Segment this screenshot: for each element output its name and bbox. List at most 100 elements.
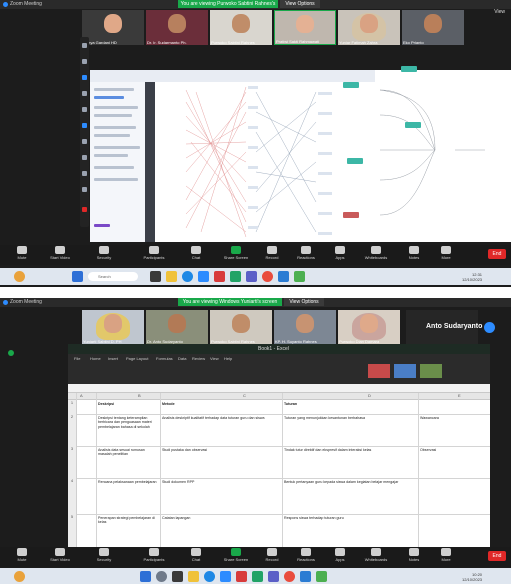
apps-button[interactable]: Apps xyxy=(326,246,354,260)
whiteboards-button[interactable]: Whiteboards xyxy=(362,548,390,562)
app-icon[interactable] xyxy=(294,271,305,282)
notes-button[interactable]: Notes xyxy=(400,246,428,260)
active-speaker-tile[interactable]: Anto Sudaryanto xyxy=(406,310,482,344)
participant-tile[interactable]: Dr. Anto Sudaryanto xyxy=(146,310,208,344)
table-cell[interactable]: Metode xyxy=(162,402,280,406)
ribbon-tab[interactable]: File xyxy=(74,356,80,361)
table-cell[interactable]: Tindak tutur direktif dan ekspresif dala… xyxy=(284,448,416,452)
app-icon[interactable] xyxy=(316,571,327,582)
mute-button[interactable]: Mute xyxy=(8,246,36,260)
save-icon[interactable] xyxy=(82,187,87,192)
weather-icon[interactable] xyxy=(14,271,25,282)
next-page-icon[interactable] xyxy=(484,322,495,333)
clear-icon[interactable] xyxy=(82,171,87,176)
table-cell[interactable]: Deskripsi xyxy=(98,402,158,406)
redo-icon[interactable] xyxy=(82,155,87,160)
chrome-icon[interactable] xyxy=(284,571,295,582)
color-icon[interactable] xyxy=(82,123,87,128)
table-cell[interactable]: Analisis deskriptif kualitatif terhadap … xyxy=(162,416,280,420)
participant-tile[interactable]: Eko Prianto xyxy=(402,10,464,45)
undo-icon[interactable] xyxy=(82,139,87,144)
edge-icon[interactable] xyxy=(182,271,193,282)
view-button[interactable]: View xyxy=(494,9,505,15)
ribbon-tab[interactable]: Review xyxy=(192,356,205,361)
text-icon[interactable] xyxy=(82,91,87,96)
start-icon[interactable] xyxy=(140,571,151,582)
end-button[interactable]: End xyxy=(488,551,506,561)
table-cell[interactable]: Observasi xyxy=(420,448,486,452)
ribbon-tab[interactable]: Home xyxy=(90,356,101,361)
task-view-icon[interactable] xyxy=(172,571,183,582)
participant-tile[interactable]: Purwoko Dian Damara xyxy=(338,310,400,344)
table-row[interactable]: 2 Deskripsi tentang keterampilan berbica… xyxy=(68,414,490,447)
excel-icon[interactable] xyxy=(252,571,263,582)
excel-icon[interactable] xyxy=(230,271,241,282)
mute-button[interactable]: Mute xyxy=(8,548,36,562)
apps-button[interactable]: Apps xyxy=(326,548,354,562)
ribbon-tab[interactable]: Formulas xyxy=(156,356,173,361)
ribbon-tab[interactable]: View xyxy=(210,356,219,361)
participant-tile[interactable]: Cahya Gardani HD xyxy=(82,10,144,45)
word-icon[interactable] xyxy=(278,271,289,282)
folder-icon[interactable] xyxy=(166,271,177,282)
participant-tile[interactable]: Yuniar Fatimah Zahra xyxy=(338,10,400,45)
table-row[interactable]: 5 Penerapan strategi pembelajaran di kel… xyxy=(68,514,490,550)
chrome-icon[interactable] xyxy=(262,271,273,282)
table-cell[interactable]: Penerapan strategi pembelajaran di kelas xyxy=(98,516,158,525)
security-button[interactable]: Security xyxy=(90,246,118,260)
table-cell[interactable]: Wawancara xyxy=(420,416,486,420)
office-icon[interactable] xyxy=(236,571,247,582)
end-button[interactable]: End xyxy=(488,249,506,259)
participants-button[interactable]: Participants xyxy=(140,246,168,260)
start-video-button[interactable]: Start Video xyxy=(46,548,74,562)
notes-button[interactable]: Notes xyxy=(400,548,428,562)
record-button[interactable]: Record xyxy=(258,548,286,562)
folder-icon[interactable] xyxy=(188,571,199,582)
table-cell[interactable]: Studi pustaka dan observasi xyxy=(162,448,280,452)
close-icon[interactable] xyxy=(82,207,87,212)
table-cell[interactable]: Respons siswa terhadap tuturan guru xyxy=(284,516,416,520)
table-cell[interactable]: Analisis data sesuai rumusan masalah pen… xyxy=(98,448,158,457)
word-icon[interactable] xyxy=(300,571,311,582)
ribbon-tab[interactable]: Data xyxy=(178,356,186,361)
arrow-icon[interactable] xyxy=(82,59,87,64)
participants-button[interactable]: Participants xyxy=(140,548,168,562)
clock[interactable]: 12:31 12/10/2023 xyxy=(462,272,482,282)
clock[interactable]: 10:20 12/10/2023 xyxy=(462,572,482,582)
participant-tile[interactable]: Pratiwi Sakti Rahmawati xyxy=(274,10,336,45)
chat-button[interactable]: Chat xyxy=(182,548,210,562)
draw-icon[interactable] xyxy=(82,75,87,80)
share-screen-button[interactable]: Share Screen xyxy=(222,246,250,260)
security-button[interactable]: Security xyxy=(90,548,118,562)
table-row[interactable]: 1 Deskripsi Metode Tuturan xyxy=(68,400,490,415)
ribbon-tab[interactable]: Help xyxy=(224,356,232,361)
table-cell[interactable]: Catatan lapangan xyxy=(162,516,280,520)
formula-bar[interactable] xyxy=(68,384,490,393)
zoom-icon[interactable] xyxy=(220,571,231,582)
table-cell[interactable]: Deskripsi tentang keterampilan berbicara… xyxy=(98,416,158,429)
pen-icon[interactable] xyxy=(82,43,87,48)
reactions-button[interactable]: Reactions xyxy=(292,548,320,562)
participant-tile[interactable]: Purwoko Sabtini Rahnes xyxy=(210,10,272,45)
table-cell[interactable]: Bentuk pertanyaan guru kepada siswa dala… xyxy=(284,480,416,484)
table-cell[interactable]: Tuturan xyxy=(284,402,416,406)
office-icon[interactable] xyxy=(214,271,225,282)
teams-icon[interactable] xyxy=(246,271,257,282)
spreadsheet-grid[interactable]: 1 Deskripsi Metode Tuturan 2 Deskripsi t… xyxy=(68,400,490,550)
taskbar-search[interactable]: Search xyxy=(88,272,138,281)
search-icon[interactable] xyxy=(156,571,167,582)
edge-icon[interactable] xyxy=(204,571,215,582)
table-cell[interactable]: Studi dokumen RPP xyxy=(162,480,280,484)
table-row[interactable]: 4 Rencana pelaksanaan pembelajaran Studi… xyxy=(68,478,490,515)
view-options-button[interactable]: View Options xyxy=(280,0,320,8)
more-button[interactable]: More xyxy=(432,246,460,260)
more-button[interactable]: More xyxy=(432,548,460,562)
whiteboards-button[interactable]: Whiteboards xyxy=(362,246,390,260)
table-cell[interactable]: Rencana pelaksanaan pembelajaran xyxy=(98,480,158,484)
task-view-icon[interactable] xyxy=(150,271,161,282)
participant-tile[interactable]: Purwoko Sabtini Rahnes xyxy=(210,310,272,344)
share-screen-button[interactable]: Share Screen xyxy=(222,548,250,562)
ribbon-tab[interactable]: Insert xyxy=(108,356,118,361)
table-cell[interactable]: Tuturan yang menunjukkan kesantunan berb… xyxy=(284,416,416,420)
ribbon-tab[interactable]: Page Layout xyxy=(126,356,148,361)
